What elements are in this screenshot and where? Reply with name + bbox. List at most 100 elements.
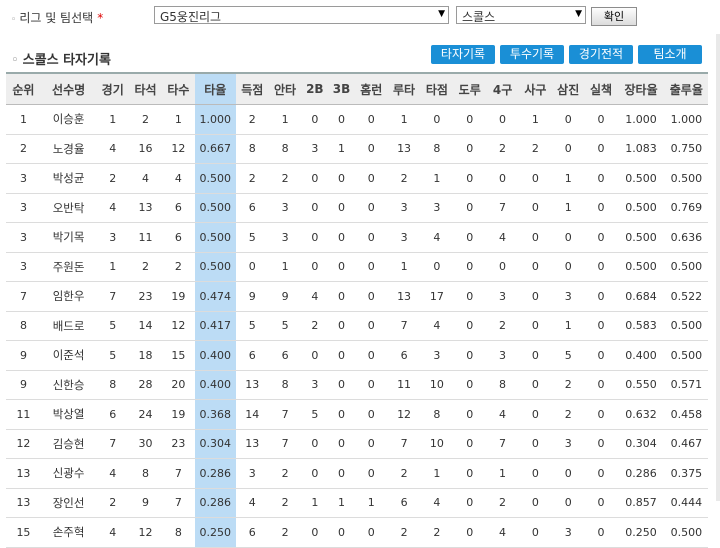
stat-cell: 0 [354, 517, 388, 548]
stat-cell: 0 [354, 163, 388, 194]
stat-cell: 1 [420, 458, 454, 489]
tab-pitching[interactable]: 투수기록 [500, 45, 564, 64]
stat-cell: 0.583 [617, 311, 665, 341]
stat-cell: 0 [518, 281, 552, 312]
stat-cell: 4 [420, 222, 454, 253]
stat-cell: 8 [6, 311, 41, 341]
stat-cell: 1 [328, 488, 355, 518]
stat-cell: 0 [453, 163, 487, 194]
stat-cell: 4 [420, 311, 454, 341]
tab-game-results[interactable]: 경기전적 [569, 45, 633, 64]
stat-cell: 1 [518, 104, 552, 135]
stat-cell: 2 [551, 370, 585, 400]
stat-cell: 0 [518, 193, 552, 223]
filter-bar: ◦ 리그 및 팀선택 * G5웅진리그 ▼ 스콜스 ▼ 확인 [0, 0, 720, 34]
stat-cell: 4 [486, 222, 519, 253]
stat-cell: 0.400 [194, 370, 236, 400]
stat-cell: 3 [387, 193, 421, 223]
stat-cell: 0 [453, 488, 487, 518]
stat-cell: 2 [235, 163, 269, 194]
stat-cell: 0.522 [664, 281, 708, 312]
stat-cell: 3 [301, 134, 329, 164]
stat-cell: 1 [486, 458, 519, 489]
record-tabs: 타자기록 투수기록 경기전적 팀소개 [0, 45, 720, 65]
tab-batting[interactable]: 타자기록 [431, 45, 495, 64]
stat-cell: 1 [96, 252, 130, 282]
player-name-cell: 손주혁 [40, 517, 97, 548]
column-header: 득점 [235, 72, 269, 105]
stat-cell: 0 [354, 370, 388, 400]
stat-cell: 0 [584, 163, 618, 194]
stat-cell: 7 [161, 488, 195, 518]
stat-cell: 8 [268, 134, 302, 164]
stat-cell: 1 [6, 104, 41, 135]
stat-cell: 0 [584, 104, 618, 135]
stat-cell: 2 [301, 311, 329, 341]
player-name-cell: 배드로 [40, 311, 97, 341]
stat-cell: 0 [453, 399, 487, 430]
stat-cell: 2 [96, 488, 130, 518]
table-row: 2 노경율 4 16 12 0.667 8 8 3 1 0 13 8 0 2 2 0 0 1.083 0.750 [6, 134, 708, 164]
stat-cell: 0.769 [664, 193, 708, 223]
stat-cell: 9 [129, 488, 162, 518]
stat-cell: 2 [486, 134, 519, 164]
player-name-cell: 박기목 [40, 222, 97, 253]
player-name-cell: 이승훈 [40, 104, 97, 135]
stat-cell: 12 [387, 399, 421, 430]
team-select[interactable]: 스콜스 ▼ [456, 6, 586, 24]
stat-cell: 0 [328, 340, 355, 371]
stat-cell: 0.500 [194, 252, 236, 282]
stat-cell: 0 [518, 340, 552, 371]
stat-cell: 11 [387, 370, 421, 400]
stat-cell: 6 [235, 517, 269, 548]
table-row: 1 이승훈 1 2 1 1.000 2 1 0 0 0 1 0 0 0 1 0 0 1.000 1.000 [6, 104, 708, 135]
stat-cell: 13 [6, 488, 41, 518]
stat-cell: 0 [518, 222, 552, 253]
player-name-cell: 박성균 [40, 163, 97, 194]
stat-cell: 3 [551, 429, 585, 459]
stat-cell: 8 [129, 458, 162, 489]
stat-cell: 0 [354, 193, 388, 223]
stat-cell: 8 [161, 517, 195, 548]
stat-cell: 0 [453, 517, 487, 548]
stat-cell: 7 [387, 311, 421, 341]
stat-cell: 6 [161, 193, 195, 223]
stat-cell: 20 [161, 370, 195, 400]
stat-cell: 0.250 [194, 517, 236, 548]
stat-cell: 4 [96, 134, 130, 164]
stat-cell: 2 [96, 163, 130, 194]
stat-cell: 0.250 [617, 517, 665, 548]
column-header: 도루 [453, 72, 487, 105]
column-header: 타점 [420, 72, 454, 105]
stat-cell: 0 [420, 104, 454, 135]
table-row: 12 김승현 7 30 23 0.304 13 7 0 0 0 7 10 0 7 0 3 0 0.304 0.467 [6, 429, 708, 459]
stat-cell: 0.400 [194, 340, 236, 371]
stat-cell: 0 [235, 252, 269, 282]
stat-cell: 0 [328, 163, 355, 194]
stat-cell: 0.500 [617, 252, 665, 282]
tab-team-intro[interactable]: 팀소개 [638, 45, 702, 64]
column-header: 타석 [129, 72, 162, 105]
stat-cell: 3 [551, 517, 585, 548]
confirm-button[interactable]: 확인 [591, 7, 637, 26]
column-header: 실책 [584, 72, 618, 105]
stat-cell: 0 [453, 134, 487, 164]
stat-cell: 2 [268, 163, 302, 194]
scrollbar[interactable] [716, 34, 720, 501]
stat-cell: 3 [268, 193, 302, 223]
stat-cell: 12 [161, 311, 195, 341]
stat-cell: 0 [354, 134, 388, 164]
stat-cell: 3 [486, 281, 519, 312]
stat-cell: 0 [584, 311, 618, 341]
stat-cell: 8 [420, 134, 454, 164]
stat-cell: 0 [584, 370, 618, 400]
player-name-cell: 임한우 [40, 281, 97, 312]
team-select-value: 스콜스 [462, 10, 496, 24]
stat-cell: 4 [486, 517, 519, 548]
column-header: 장타율 [617, 72, 665, 105]
league-select[interactable]: G5웅진리그 ▼ [154, 6, 449, 24]
stat-cell: 0 [301, 104, 329, 135]
column-header: 출루율 [664, 72, 708, 105]
stat-cell: 0 [328, 429, 355, 459]
stat-cell: 1 [301, 488, 329, 518]
